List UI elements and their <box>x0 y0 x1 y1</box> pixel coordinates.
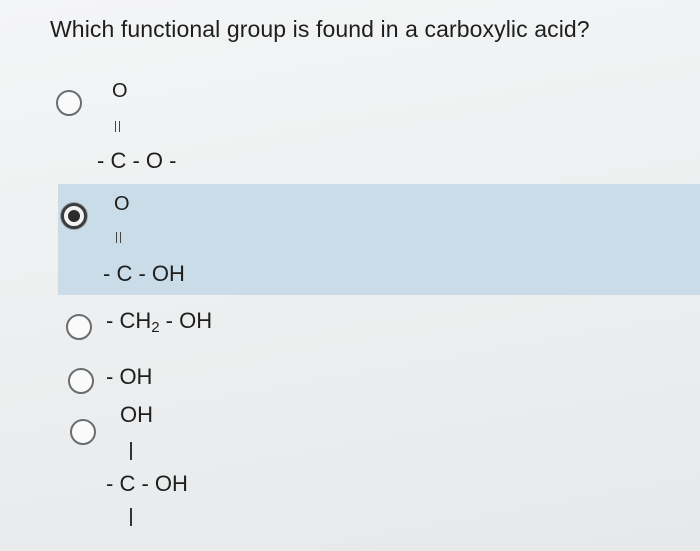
label-suffix: - OH <box>159 308 213 333</box>
radio-dot-icon <box>68 210 80 222</box>
option-label: - CH2 - OH <box>106 308 212 336</box>
top-atom: O <box>114 193 130 215</box>
top-atom: OH <box>120 402 153 427</box>
radio-button[interactable] <box>70 419 96 445</box>
radio-button[interactable] <box>68 368 94 394</box>
radio-button[interactable] <box>56 90 82 116</box>
single-bond-icon <box>130 442 132 460</box>
double-bond-icon <box>116 232 121 243</box>
radio-button[interactable] <box>66 314 92 340</box>
option-label: - OH <box>106 364 153 389</box>
option-label: - C - OH <box>106 471 188 496</box>
radio-button-selected[interactable] <box>61 203 87 229</box>
double-bond-icon <box>115 121 120 132</box>
option-label: - C - O - <box>97 148 177 173</box>
option-label: - C - OH <box>103 261 185 286</box>
label-prefix: - CH <box>106 308 152 333</box>
single-bond-icon <box>130 508 132 526</box>
top-atom: O <box>112 80 128 102</box>
subscript: 2 <box>151 319 160 336</box>
question-text: Which functional group is found in a car… <box>50 16 590 42</box>
